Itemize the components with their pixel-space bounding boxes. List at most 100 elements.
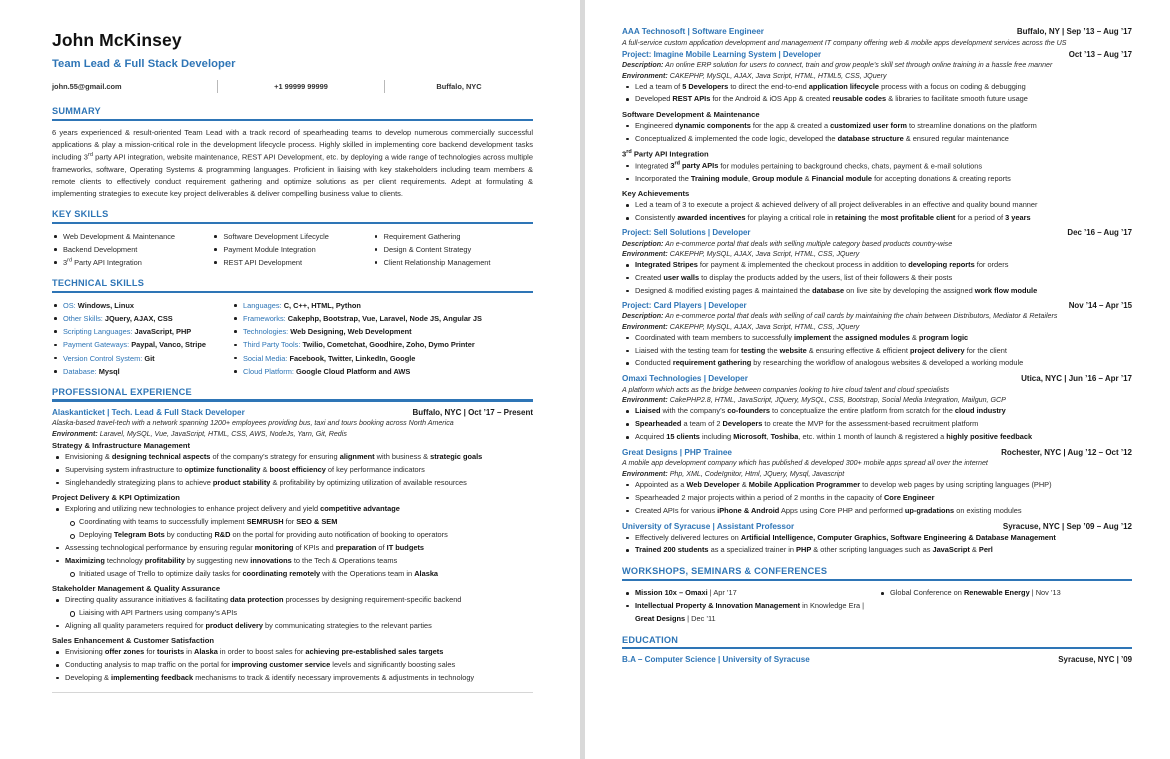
job-university-syracuse: University of Syracuse | Assistant Profe… xyxy=(622,522,1132,558)
bullet-item: Intellectual Property & Innovation Manag… xyxy=(622,600,877,626)
section-title-technical-skills: TECHNICAL SKILLS xyxy=(52,278,145,289)
bullet-item: Integrated 3rd party APIs for modules pe… xyxy=(622,160,1132,173)
key-skills-column-2: Software Development Lifecycle Payment Mo… xyxy=(212,230,372,270)
project-date: Oct ’13 – Aug ’17 xyxy=(1068,49,1132,59)
technical-skills-grid: OS: Windows, Linux Other Skills: JQuery, … xyxy=(52,299,533,378)
contact-email[interactable]: john.55@gmail.com xyxy=(52,82,217,91)
job-description: A full-service custom application develo… xyxy=(622,38,1067,47)
job-environment: Environment: Php, XML, CodeIgnitor, Html… xyxy=(622,469,845,478)
bullet-item: Appointed as a Web Developer & Mobile Ap… xyxy=(622,479,1132,492)
bullet-item: Trained 200 students as a specialized tr… xyxy=(622,544,1132,557)
tech-skill-item: Scripting Languages: JavaScript, PHP xyxy=(52,325,232,338)
group-heading: Project Delivery & KPI Optimization xyxy=(52,493,180,503)
job-meta: Syracuse, NYC | Sep ’09 – Aug ’12 xyxy=(1002,521,1132,531)
project-header: Project: Sell Solutions | Developer Dec ’… xyxy=(622,228,1132,237)
project-description: Description: An e-commerce portal that d… xyxy=(622,312,1058,321)
bullet-item: Maximizing technology profitability by s… xyxy=(52,555,533,568)
project-environment: Environment: CAKEPHP, MySQL, AJAX, Java … xyxy=(622,322,860,331)
section-rule xyxy=(52,221,533,224)
job-title: University of Syracuse | Assistant Profe… xyxy=(622,521,795,531)
job-omaxi: Omaxi Technologies | Developer Utica, NY… xyxy=(622,374,1132,444)
bullet-item: Coordinated with team members to success… xyxy=(622,332,1132,345)
project-description: Description: An online ERP solution for … xyxy=(622,61,1053,69)
group-bullets: Engineered dynamic components for the ap… xyxy=(622,120,1132,146)
group-heading: 3rd Party API Integration xyxy=(622,149,709,159)
bullet-item: Consistently awarded incentives for play… xyxy=(622,212,1132,225)
bullet-item: Mission 10x – Omaxi | Apr ’17 xyxy=(622,587,877,600)
job-header: AAA Technosoft | Software Engineer Buffa… xyxy=(622,27,1132,36)
bullet-item: Spearheaded a team of 2 Developers to cr… xyxy=(622,418,1132,431)
tech-skill-item: Payment Gateways: Paypal, Vanco, Stripe xyxy=(52,338,232,351)
section-rule xyxy=(52,399,533,402)
section-rule xyxy=(52,290,533,293)
bullet-item: Designed & modified existing pages & mai… xyxy=(622,285,1132,298)
resume-page-2: AAA Technosoft | Software Engineer Buffa… xyxy=(585,0,1170,759)
section-title-summary: SUMMARY xyxy=(52,106,101,116)
section-title-key-skills: KEY SKILLS xyxy=(52,209,109,220)
resume-page-1: John McKinsey Team Lead & Full Stack Dev… xyxy=(0,0,580,759)
key-skill-item: Requirement Gathering xyxy=(373,230,533,243)
group-heading: Stakeholder Management & Quality Assuran… xyxy=(52,584,221,594)
project-date: Nov ’14 – Apr ’15 xyxy=(1068,300,1132,310)
key-skill-item: Web Development & Maintenance xyxy=(52,230,212,243)
job-description: Alaska-based travel-tech with a network … xyxy=(52,419,454,428)
bullet-item: Acquired 15 clients including Microsoft,… xyxy=(622,431,1132,444)
tech-skills-column-1: OS: Windows, Linux Other Skills: JQuery, … xyxy=(52,299,232,378)
tech-skill-item: Languages: C, C++, HTML, Python xyxy=(232,299,533,312)
job-groups: Strategy & Infrastructure Management Envi… xyxy=(52,441,533,685)
workshops-column-2: Global Conference on Renewable Energy | … xyxy=(877,587,1132,626)
tech-skill-item: Version Control System: Git xyxy=(52,352,232,365)
bullet-item: Led a team of 5 Developers to direct the… xyxy=(622,81,1132,94)
job-alaskanticket: Alaskanticket | Tech. Lead & Full Stack … xyxy=(52,408,533,685)
tech-skills-column-2: Languages: C, C++, HTML, Python Framework… xyxy=(232,299,533,378)
project-bullets: Integrated Stripes for payment & impleme… xyxy=(622,259,1132,298)
candidate-headline: Team Lead & Full Stack Developer xyxy=(52,58,236,70)
project-description: Description: An e-commerce portal that d… xyxy=(622,239,953,248)
project-title: Project: Card Players | Developer xyxy=(622,300,747,310)
page-divider xyxy=(52,691,533,693)
bullet-item: Aligning all quality parameters required… xyxy=(52,620,533,633)
group-heading: Key Achievements xyxy=(622,189,690,199)
job-great-designs: Great Designs | PHP Trainee Rochester, N… xyxy=(622,448,1132,518)
education-meta: Syracuse, NYC | ’09 xyxy=(1058,655,1132,665)
section-rule xyxy=(622,647,1132,650)
key-skill-item: Payment Module Integration xyxy=(212,243,372,256)
project-header: Project: Imagine Mobile Learning System … xyxy=(622,50,1132,59)
key-skills-column-1: Web Development & Maintenance Backend Dev… xyxy=(52,230,212,270)
project-environment: Environment: CAKEPHP, MySQL, AJAX, Java … xyxy=(622,250,860,258)
bullet-item: Initiated usage of Trello to optimize da… xyxy=(52,568,533,581)
job-meta: Buffalo, NY | Sep ’13 – Aug ’17 xyxy=(1016,27,1132,36)
bullet-item: Created user walls to display the produc… xyxy=(622,272,1132,285)
candidate-name: John McKinsey xyxy=(52,30,182,50)
job-title: Omaxi Technologies | Developer xyxy=(622,374,748,384)
bullet-item: Singlehandedly strategizing plans to ach… xyxy=(52,477,533,490)
bullet-item: Spearheaded 2 major projects within a pe… xyxy=(622,492,1132,505)
job-header: Omaxi Technologies | Developer Utica, NY… xyxy=(622,374,1132,383)
job-description: A mobile app development company which h… xyxy=(622,459,988,468)
tech-skill-item: Social Media: Facebook, Twitter, LinkedI… xyxy=(232,352,533,365)
tech-skill-item: OS: Windows, Linux xyxy=(52,299,232,312)
bullet-item: Developing & implementing feedback mecha… xyxy=(52,672,533,685)
tech-skill-item: Frameworks: Cakephp, Bootstrap, Vue, Lar… xyxy=(232,312,533,325)
key-skill-item: 3rd Party API Integration xyxy=(52,256,212,269)
tech-skill-item: Other Skills: JQuery, AJAX, CSS xyxy=(52,312,232,325)
bullet-item: Liaised with the testing team for testin… xyxy=(622,345,1132,358)
bullet-item: Deploying Telegram Bots by conducting R&… xyxy=(52,529,533,542)
job-meta: Rochester, NYC | Aug ’12 – Oct ’12 xyxy=(1001,447,1132,457)
project-bullets: Led a team of 5 Developers to direct the… xyxy=(622,81,1132,107)
job-header: Alaskanticket | Tech. Lead & Full Stack … xyxy=(52,408,533,417)
project-title: Project: Sell Solutions | Developer xyxy=(622,228,751,237)
group-bullets: Integrated 3rd party APIs for modules pe… xyxy=(622,160,1132,186)
job-title: Alaskanticket | Tech. Lead & Full Stack … xyxy=(52,407,245,417)
key-skill-item: Client Relationship Management xyxy=(373,256,533,269)
education-degree: B.A – Computer Science | University of S… xyxy=(622,655,810,665)
tech-skill-item: Cloud Platform: Google Cloud Platform an… xyxy=(232,365,533,378)
bullet-item: Supervising system infrastructure to opt… xyxy=(52,464,533,477)
job-bullets: Effectively delivered lectures on Artifi… xyxy=(622,532,1132,558)
tech-skill-item: Third Party Tools: Twilio, Cometchat, Go… xyxy=(232,338,533,351)
bullet-item: Global Conference on Renewable Energy | … xyxy=(877,587,1132,600)
bullet-item: Directing quality assurance initiatives … xyxy=(52,594,533,607)
key-skills-column-3: Requirement Gathering Design & Content St… xyxy=(373,230,533,270)
group-bullets: Envisioning & designing technical aspect… xyxy=(52,451,533,490)
job-aaa-technosoft: AAA Technosoft | Software Engineer Buffa… xyxy=(622,27,1132,370)
